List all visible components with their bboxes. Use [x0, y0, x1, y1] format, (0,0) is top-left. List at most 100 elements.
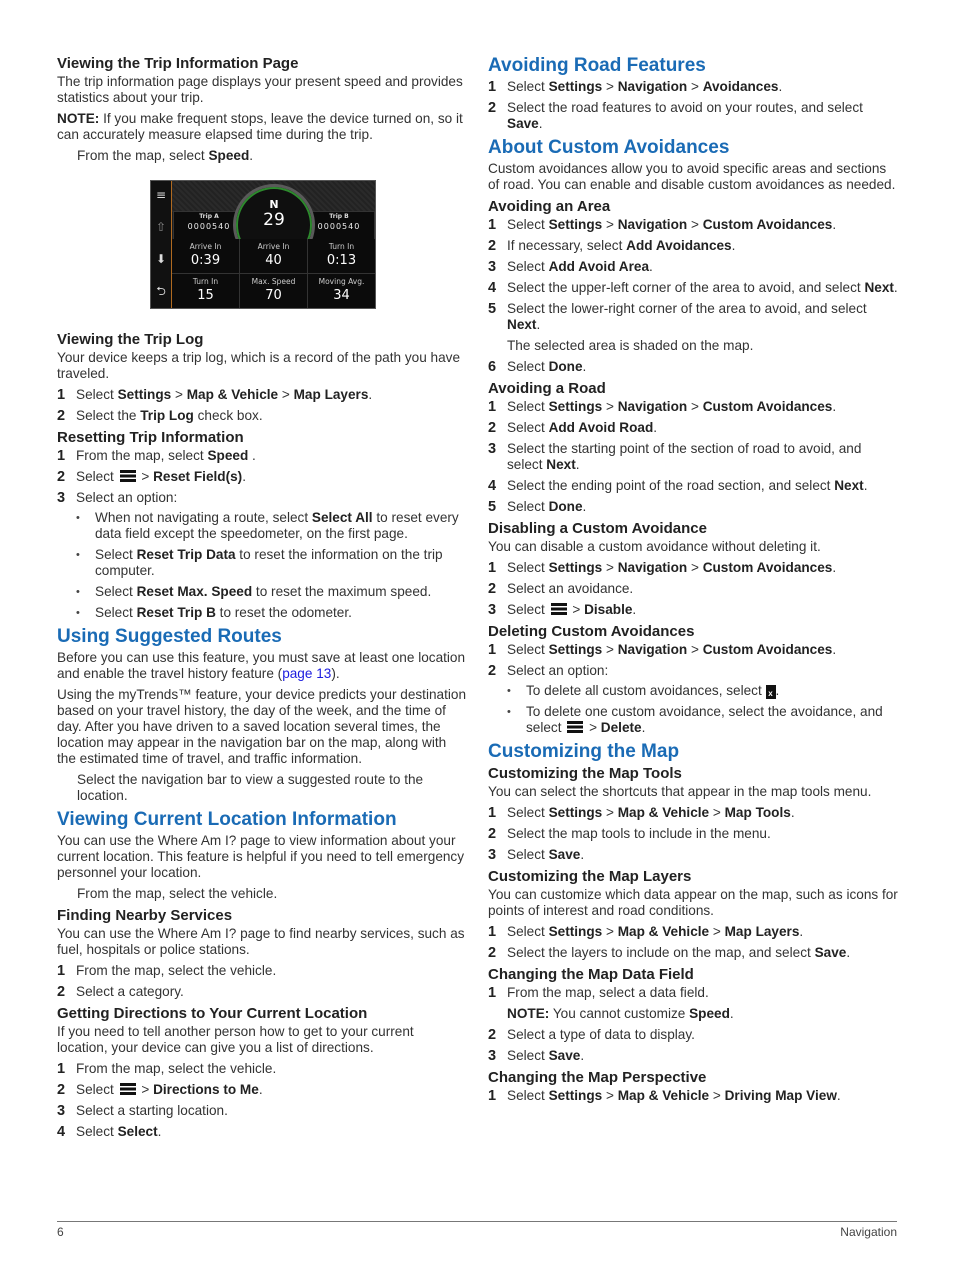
menu-icon	[550, 603, 567, 615]
data-cell: Max. Speed 70	[240, 274, 307, 308]
step: 1 Select Settings > Map & Vehicle > Map T…	[488, 805, 795, 821]
page-number: 6	[57, 1225, 64, 1239]
data-cell: Turn In 15	[172, 274, 239, 308]
step: 2 Select a category.	[57, 984, 184, 1000]
step: 3Select an option: When not navigating a…	[57, 490, 467, 621]
left-column: Viewing the Trip Information Page The tr…	[57, 55, 467, 1145]
heading-nearby-services: Finding Nearby Services	[57, 907, 233, 924]
step: 3 Select Save.	[488, 1048, 585, 1064]
step: 2 Select an avoidance.	[488, 581, 634, 597]
list-item: Select Reset Trip Data to reset the info…	[76, 547, 467, 579]
data-cell: Turn In 0:13	[308, 239, 375, 273]
delete-options: To delete all custom avoidances, select …	[507, 683, 898, 736]
step: 1 Select Settings > Navigation > Custom A…	[488, 399, 837, 415]
step: 1 Select Settings > Navigation > Custom A…	[488, 560, 837, 576]
scroll-down-icon: ⬇	[155, 252, 167, 266]
delete-steps: 1 Select Settings > Navigation > Custom A…	[488, 642, 898, 736]
step: 2 If necessary, select Add Avoidances.	[488, 238, 736, 254]
step: 3 Select a starting location.	[57, 1103, 228, 1119]
map-tools-body: You can select the shortcuts that appear…	[488, 784, 872, 799]
disable-steps: 1 Select Settings > Navigation > Custom A…	[488, 560, 898, 618]
heading-current-location: Viewing Current Location Information	[57, 809, 397, 830]
trip-log-body: Your device keeps a trip log, which is a…	[57, 350, 461, 381]
heading-map-perspective: Changing the Map Perspective	[488, 1069, 707, 1086]
list-item: To delete one custom avoidance, select t…	[507, 704, 898, 736]
directions-body: If you need to tell another person how t…	[57, 1024, 414, 1055]
heading-map-data-field: Changing the Map Data Field	[488, 966, 694, 983]
reset-options: When not navigating a route, select Sele…	[76, 510, 467, 621]
page-13-link[interactable]: page 13	[282, 666, 331, 681]
avoid-road-steps: 1 Select Settings > Navigation > Custom A…	[488, 399, 898, 515]
map-layers-steps: 1 Select Settings > Map & Vehicle > Map L…	[488, 924, 898, 961]
heading-trip-log: Viewing the Trip Log	[57, 331, 204, 348]
step: 2Select an option: To delete all custom …	[488, 663, 898, 736]
heading-disabling-avoidance: Disabling a Custom Avoidance	[488, 520, 707, 537]
perspective-steps: 1 Select Settings > Map & Vehicle > Drivi…	[488, 1088, 898, 1104]
back-icon: ⮌	[156, 284, 166, 298]
trip-computer-screenshot: ≡ ⇧ ⬇ ⮌ Trip A 0000540 Trip B 0000540 N …	[150, 180, 376, 309]
step: 3 Select the starting point of the sectio…	[488, 441, 862, 472]
current-loc-step: From the map, select the vehicle.	[77, 886, 278, 901]
suggested-p3: Select the navigation bar to view a sugg…	[77, 772, 424, 803]
step: 2 Select Add Avoid Road.	[488, 420, 658, 436]
heading-map-tools: Customizing the Map Tools	[488, 765, 682, 782]
heading-avoiding-area: Avoiding an Area	[488, 198, 611, 215]
heading-directions: Getting Directions to Your Current Locat…	[57, 1005, 368, 1022]
menu-icon	[119, 1083, 136, 1095]
step: 3 Select Add Avoid Area.	[488, 259, 653, 275]
data-cell: Moving Avg. 34	[308, 274, 375, 308]
step: 2 Select the layers to include on the map…	[488, 945, 851, 961]
nearby-steps: 1 From the map, select the vehicle. 2 Sele…	[57, 963, 467, 1000]
heading-avoiding-road-features: Avoiding Road Features	[488, 55, 706, 76]
menu-icon: ≡	[155, 188, 167, 202]
footer-divider	[57, 1221, 897, 1222]
step: 2 Select > Reset Field(s).	[57, 469, 246, 485]
list-item: Select Reset Trip B to reset the odomete…	[76, 605, 467, 621]
trash-icon: x	[765, 685, 776, 699]
step: 2 Select the map tools to include in the …	[488, 826, 771, 842]
step: 5 Select the lower-right corner of the ar…	[488, 301, 898, 354]
step: 1 Select Settings > Map & Vehicle > Map L…	[488, 924, 804, 940]
step: 4 Select the upper-left corner of the are…	[488, 280, 898, 296]
step: 3 Select Save.	[488, 847, 585, 863]
menu-icon	[119, 470, 136, 482]
heading-deleting-avoidances: Deleting Custom Avoidances	[488, 623, 695, 640]
step: 6 Select Done.	[488, 359, 587, 375]
step: 1 Select Settings > Navigation > Custom A…	[488, 642, 837, 658]
heading-trip-info: Viewing the Trip Information Page	[57, 55, 299, 72]
step: 1 From the map, select the vehicle.	[57, 1061, 277, 1077]
directions-steps: 1 From the map, select the vehicle. 2 Sele…	[57, 1061, 467, 1140]
scroll-up-icon: ⇧	[155, 220, 167, 234]
step: 1 From the map, select Speed .	[57, 448, 256, 464]
data-cell: Arrive In 40	[240, 239, 307, 273]
step: 1 Select Settings > Navigation > Custom A…	[488, 217, 837, 233]
step-note: NOTE: You cannot customize Speed.	[507, 1006, 734, 1021]
nearby-body: You can use the Where Am I? page to find…	[57, 926, 465, 957]
heading-map-layers: Customizing the Map Layers	[488, 868, 692, 885]
list-item: Select Reset Max. Speed to reset the max…	[76, 584, 467, 600]
about-custom-body: Custom avoidances allow you to avoid spe…	[488, 161, 896, 192]
heading-customizing-map: Customizing the Map	[488, 741, 680, 762]
heading-suggested-routes: Using Suggested Routes	[57, 626, 282, 647]
data-field-steps: 1 From the map, select a data field. NOTE…	[488, 985, 898, 1064]
heading-reset-trip: Resetting Trip Information	[57, 429, 244, 446]
step: 2 Select > Directions to Me.	[57, 1082, 263, 1098]
step: 4 Select the ending point of the road sec…	[488, 478, 868, 494]
menu-icon	[567, 721, 584, 733]
heading-about-custom-avoidances: About Custom Avoidances	[488, 137, 730, 158]
map-tools-steps: 1 Select Settings > Map & Vehicle > Map T…	[488, 805, 898, 863]
step: 5 Select Done.	[488, 499, 587, 515]
step: 3 Select > Disable.	[488, 602, 637, 618]
right-column: Avoiding Road Features 1 Select Settings …	[488, 55, 898, 1109]
avoid-features-steps: 1 Select Settings > Navigation > Avoidanc…	[488, 79, 898, 132]
suggested-p2: Using the myTrends™ feature, your device…	[57, 687, 467, 766]
trip-info-step: From the map, select Speed.	[77, 148, 254, 163]
data-cell: Arrive In 0:39	[172, 239, 239, 273]
step: 1 Select Settings > Navigation > Avoidanc…	[488, 79, 783, 95]
list-item: To delete all custom avoidances, select …	[507, 683, 898, 699]
step: 2 Select a type of data to display.	[488, 1027, 695, 1043]
step-note: The selected area is shaded on the map.	[507, 338, 754, 353]
map-layers-body: You can customize which data appear on t…	[488, 887, 898, 918]
footer-section-title: Navigation	[840, 1225, 897, 1239]
trip-info-body: The trip information page displays your …	[57, 74, 463, 105]
